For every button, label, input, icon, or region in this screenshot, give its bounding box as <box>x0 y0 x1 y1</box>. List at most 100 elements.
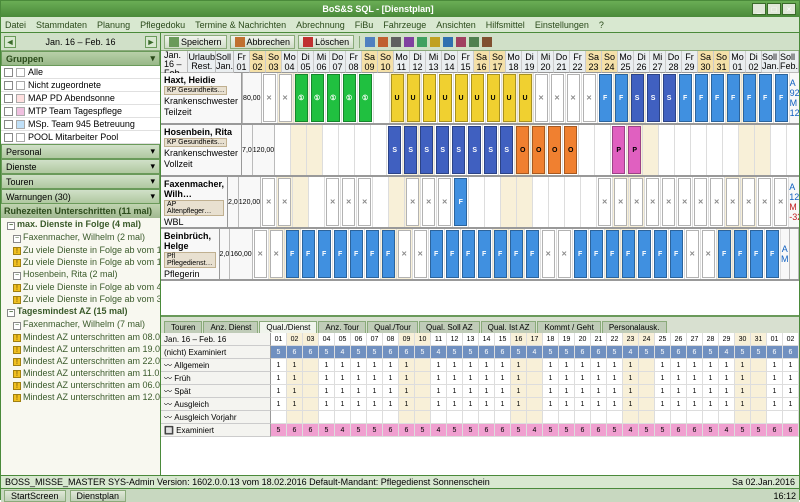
lower-cell[interactable] <box>527 359 543 372</box>
lower-cell[interactable] <box>303 398 319 411</box>
shift-cell[interactable]: F <box>678 73 694 123</box>
lower-cell[interactable]: 1 <box>447 398 463 411</box>
shift-cell[interactable] <box>645 177 661 227</box>
lower-cell[interactable]: 1 <box>575 385 591 398</box>
lower-cell[interactable]: 1 <box>543 398 559 411</box>
lower-cell[interactable]: 1 <box>495 372 511 385</box>
lower-cell[interactable]: 1 <box>319 359 335 372</box>
shift-cell[interactable] <box>339 125 355 175</box>
group-item[interactable]: Nicht zugeordnete <box>1 79 160 92</box>
shift-cell[interactable] <box>771 125 787 175</box>
shift-cell[interactable]: U <box>454 73 470 123</box>
lower-cell[interactable] <box>527 372 543 385</box>
shift-cell[interactable]: U <box>470 73 486 123</box>
shift-cell[interactable] <box>661 177 677 227</box>
shift-cell[interactable]: P <box>627 125 643 175</box>
lower-cell[interactable]: 1 <box>767 372 783 385</box>
lower-cell[interactable]: 5 <box>559 424 575 437</box>
lower-cell[interactable]: 5 <box>367 424 383 437</box>
day-header[interactable]: Mo25 <box>618 51 634 73</box>
lower-cell[interactable]: 5 <box>447 346 463 359</box>
lower-cell[interactable]: 1 <box>783 385 799 398</box>
lower-cell[interactable]: 1 <box>287 398 303 411</box>
lower-cell[interactable]: 1 <box>607 359 623 372</box>
lower-cell[interactable] <box>303 372 319 385</box>
lower-cell[interactable] <box>447 411 463 424</box>
shift-cell[interactable] <box>421 177 437 227</box>
day-header[interactable]: Mi20 <box>538 51 554 73</box>
lower-cell[interactable] <box>639 411 655 424</box>
lower-cell[interactable]: 4 <box>623 424 639 437</box>
lower-cell[interactable]: 1 <box>767 385 783 398</box>
lower-cell[interactable]: 1 <box>543 372 559 385</box>
lower-cell[interactable]: 1 <box>319 372 335 385</box>
close-button[interactable]: × <box>782 3 796 15</box>
shift-cell[interactable] <box>643 125 659 175</box>
lower-cell[interactable]: 6 <box>495 424 511 437</box>
shift-cell[interactable] <box>469 177 485 227</box>
lower-cell[interactable]: 5 <box>607 424 623 437</box>
checkbox[interactable] <box>4 94 13 103</box>
lower-cell[interactable]: 1 <box>447 359 463 372</box>
tab[interactable]: Personalausk. <box>602 321 667 333</box>
lower-cell[interactable]: 4 <box>623 346 639 359</box>
shift-cell[interactable]: F <box>637 229 653 279</box>
day-header[interactable]: So03 <box>266 51 282 73</box>
day-header[interactable]: So10 <box>378 51 394 73</box>
lower-cell[interactable]: 1 <box>655 398 671 411</box>
shift-cell[interactable]: F <box>349 229 365 279</box>
lower-cell[interactable] <box>287 411 303 424</box>
warn-header[interactable]: −Tagesmindest AZ (15 mal) <box>1 305 160 318</box>
lower-cell[interactable]: 6 <box>687 346 703 359</box>
menu-item[interactable]: Hilfsmittel <box>486 20 525 30</box>
shift-cell[interactable] <box>269 229 285 279</box>
checkbox[interactable] <box>4 133 13 142</box>
lower-cell[interactable] <box>415 372 431 385</box>
day-header[interactable]: Fr01 <box>234 51 250 73</box>
shift-cell[interactable] <box>262 73 278 123</box>
lower-cell[interactable]: 1 <box>575 359 591 372</box>
day-header[interactable]: Mo01 <box>730 51 746 73</box>
shift-cell[interactable]: F <box>765 229 781 279</box>
shift-cell[interactable]: U <box>390 73 406 123</box>
lower-cell[interactable]: 1 <box>767 398 783 411</box>
lower-cell[interactable]: 6 <box>783 346 799 359</box>
shift-cell[interactable] <box>725 177 741 227</box>
lower-cell[interactable] <box>495 411 511 424</box>
lower-cell[interactable]: 5 <box>367 346 383 359</box>
lower-cell[interactable]: 5 <box>415 424 431 437</box>
shift-cell[interactable]: F <box>333 229 349 279</box>
shift-cell[interactable] <box>517 177 533 227</box>
lower-label[interactable]: 🔲 Examiniert <box>161 424 271 437</box>
lower-cell[interactable]: 5 <box>639 346 655 359</box>
lower-cell[interactable] <box>415 411 431 424</box>
shift-cell[interactable]: U <box>406 73 422 123</box>
day-header[interactable]: Do21 <box>554 51 570 73</box>
menu-item[interactable]: Ansichten <box>436 20 476 30</box>
day-header[interactable]: Sa02 <box>250 51 266 73</box>
day-header[interactable]: Di26 <box>634 51 650 73</box>
shift-cell[interactable]: O <box>515 125 531 175</box>
day-header[interactable]: Mo18 <box>506 51 522 73</box>
lower-cell[interactable]: 6 <box>399 346 415 359</box>
lower-cell[interactable]: 5 <box>351 346 367 359</box>
shift-cell[interactable]: ① <box>310 73 326 123</box>
day-header[interactable]: So24 <box>602 51 618 73</box>
day-header[interactable]: Sa09 <box>362 51 378 73</box>
shift-cell[interactable]: F <box>453 177 469 227</box>
shift-cell[interactable]: U <box>438 73 454 123</box>
lower-cell[interactable]: 1 <box>495 385 511 398</box>
lower-cell[interactable]: 1 <box>447 372 463 385</box>
lower-cell[interactable]: 1 <box>335 372 351 385</box>
lower-cell[interactable]: 1 <box>591 372 607 385</box>
shift-cell[interactable] <box>707 125 723 175</box>
shift-cell[interactable] <box>397 229 413 279</box>
lower-cell[interactable] <box>559 411 575 424</box>
lower-cell[interactable]: 1 <box>783 398 799 411</box>
shift-cell[interactable]: F <box>461 229 477 279</box>
warn-item[interactable]: −Faxenmacher, Wilhelm (2 mal) <box>1 231 160 244</box>
warn-item[interactable]: Mindest AZ unterschritten am 06.02.2016:… <box>1 379 160 391</box>
tool-icon[interactable] <box>430 37 440 47</box>
lower-cell[interactable]: 1 <box>607 385 623 398</box>
lower-cell[interactable]: 1 <box>511 359 527 372</box>
